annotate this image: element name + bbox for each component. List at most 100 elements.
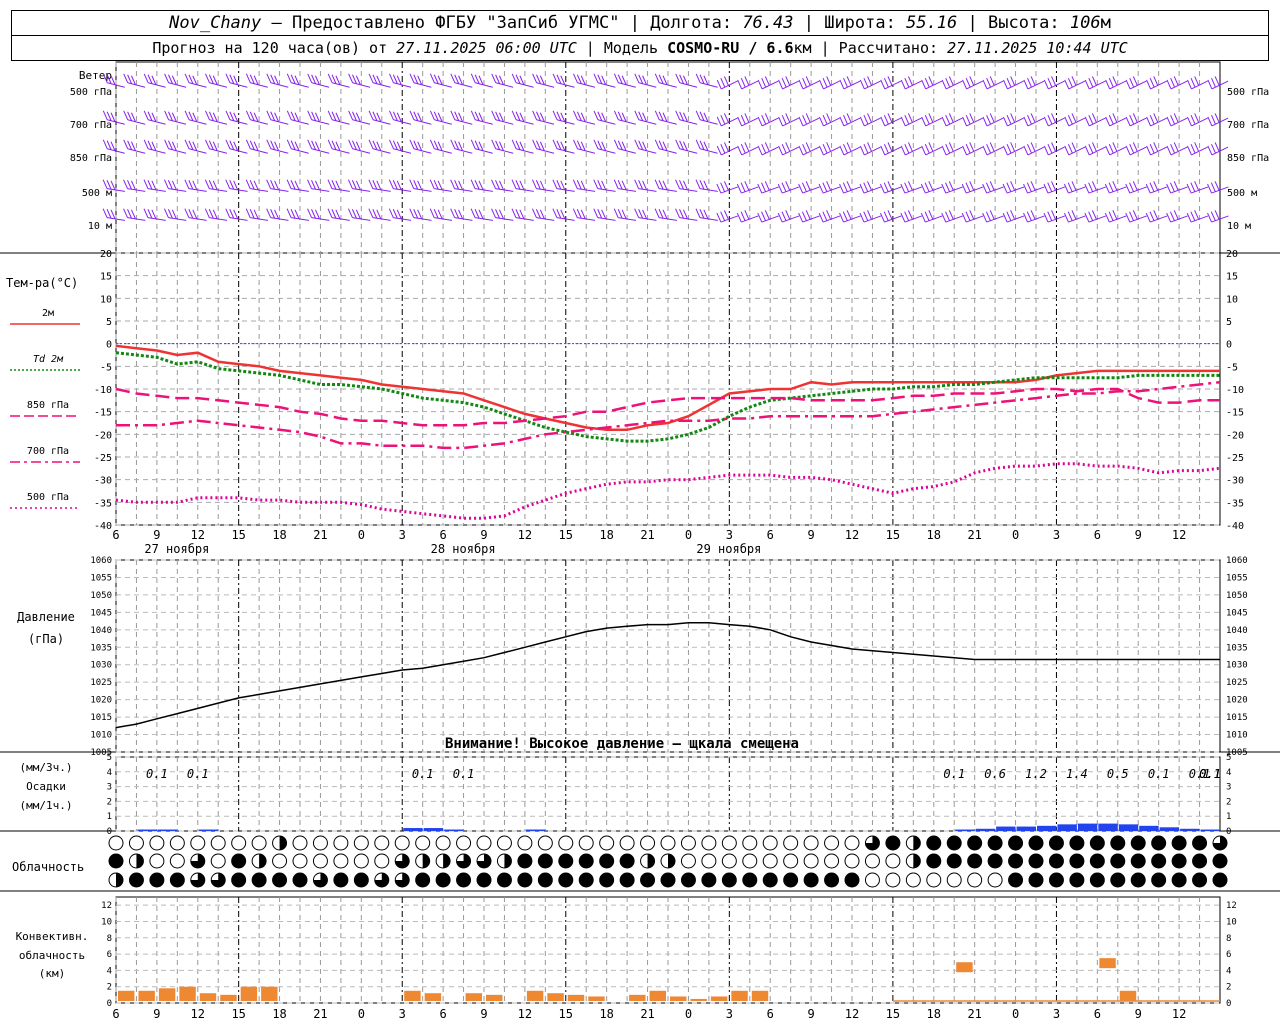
cloud-circle [824,835,840,851]
wind-barb [1207,210,1229,223]
wind-barb [368,73,391,88]
wind-barb [1207,113,1229,127]
precip-bar [1077,823,1098,831]
wind-barb-flag [314,209,320,220]
wind-barb-flag [1125,145,1131,156]
wind-barb-flag [826,181,832,191]
wind-barb-flag [1194,210,1200,220]
conv-tick-left: 8 [107,934,112,944]
wind-barb-flag [1112,113,1118,123]
wind-barb [654,73,677,88]
wind-barb-flag [389,110,394,120]
wind-barb-flag [1149,182,1155,192]
wind-barb-flag [143,73,149,83]
wind-barb-flag [723,113,729,123]
wind-barb [572,208,596,221]
wind-barb [1125,210,1147,223]
wind-barb [900,142,922,156]
wind-barb-flag [969,113,975,123]
wind-barb-flag [965,114,971,125]
cloud-circle-outline [864,872,880,888]
wind-barb-flag [130,209,136,220]
wind-barb-flag [642,180,648,191]
wind-barb-flag [880,145,886,156]
wind-barb-flag [883,182,889,192]
cloud-fill-full [1110,873,1125,887]
temp-tick-left: 5 [106,317,112,328]
cloud-circle-outline [599,835,615,851]
wind-barb-flag [519,180,525,191]
wind-level-label: 500 гПа [70,87,112,98]
cloud-circle [824,872,840,888]
cloud-fill-full [538,854,553,868]
date-label: 27 ноября [144,542,209,556]
wind-barb-flag [1006,114,1012,125]
cloud-circle-outline [680,853,696,869]
wind-barb-flag [601,209,607,220]
precip-bar [1200,829,1220,831]
wind-barb-flag [740,114,746,125]
wind-barb-flag [907,142,913,152]
cloud-circle [374,853,390,869]
cloud-circle-outline [128,835,144,851]
wind-barb-flag [368,110,374,120]
wind-barb-flag [1047,143,1053,154]
wind-barb-flag [948,142,954,152]
wind-barb [1186,76,1208,90]
wind-barb-flag [1149,143,1155,154]
wind-barb-flag [1153,76,1159,86]
wind-barb-flag [1030,113,1036,123]
wind-barb-flag [1207,116,1213,127]
wind-barb [266,110,289,125]
wind-barb-flag [781,211,787,221]
temp-tick-right: -10 [1226,385,1244,396]
wind-barb-flag [887,113,893,123]
cloud-circle [926,853,942,869]
wind-barb-flag [1030,76,1036,86]
precip-tick-right: 0 [1226,827,1231,837]
wind-barb-flag [593,179,599,189]
cloud-fill-full [436,873,451,887]
wind-barb [143,179,166,192]
wind-barb [1084,142,1106,156]
wind-barb-flag [941,212,947,223]
wind-barb [777,181,800,194]
cloud-circle [558,835,574,851]
cloud-fill-full [1110,854,1125,868]
wind-barb-flag [1108,143,1114,154]
wind-barb [307,208,330,221]
cloud-circle [1171,835,1187,851]
precip-bar [525,829,546,831]
wind-barb-flag [920,183,926,194]
precip-amount-label: 1.4 [1066,767,1088,781]
wind-barb-flag [900,116,906,127]
cloud-circle-outline [578,835,594,851]
wind-barb-flag [985,182,991,192]
time-axis-bottom-tick-label: 9 [1135,1007,1142,1021]
conv-tick-right: 8 [1226,934,1231,944]
wind-barb-flag [212,180,218,191]
wind-barb-flag [744,210,750,220]
wind-barb-flag [883,211,889,221]
cloud-circle [292,835,308,851]
cloud-fill-full [497,873,512,887]
cloud-circle-outline [987,872,1003,888]
wind-barb [163,208,187,221]
cloud-circle-outline [353,835,369,851]
wind-barb-flag [1129,77,1135,88]
pressure-warning: Внимание! Высокое давление — щкала смеще… [445,736,799,752]
wind-barb-flag [1211,114,1216,125]
cloud-circle [864,872,880,888]
wind-barb [184,73,207,88]
wind-barb-flag [802,143,808,154]
wind-barb [429,73,452,88]
wind-barb-flag [147,209,153,219]
wind-barb-flag [965,211,971,221]
cloud-circle [496,835,512,851]
wind-barb-flag [1043,79,1049,90]
precip-amount-label: 1.2 [1025,767,1047,781]
wind-barb-flag [1214,210,1220,220]
wind-barb-flag [331,209,337,219]
wind-barb-flag [867,142,873,152]
cloud-fill-full [538,873,553,887]
